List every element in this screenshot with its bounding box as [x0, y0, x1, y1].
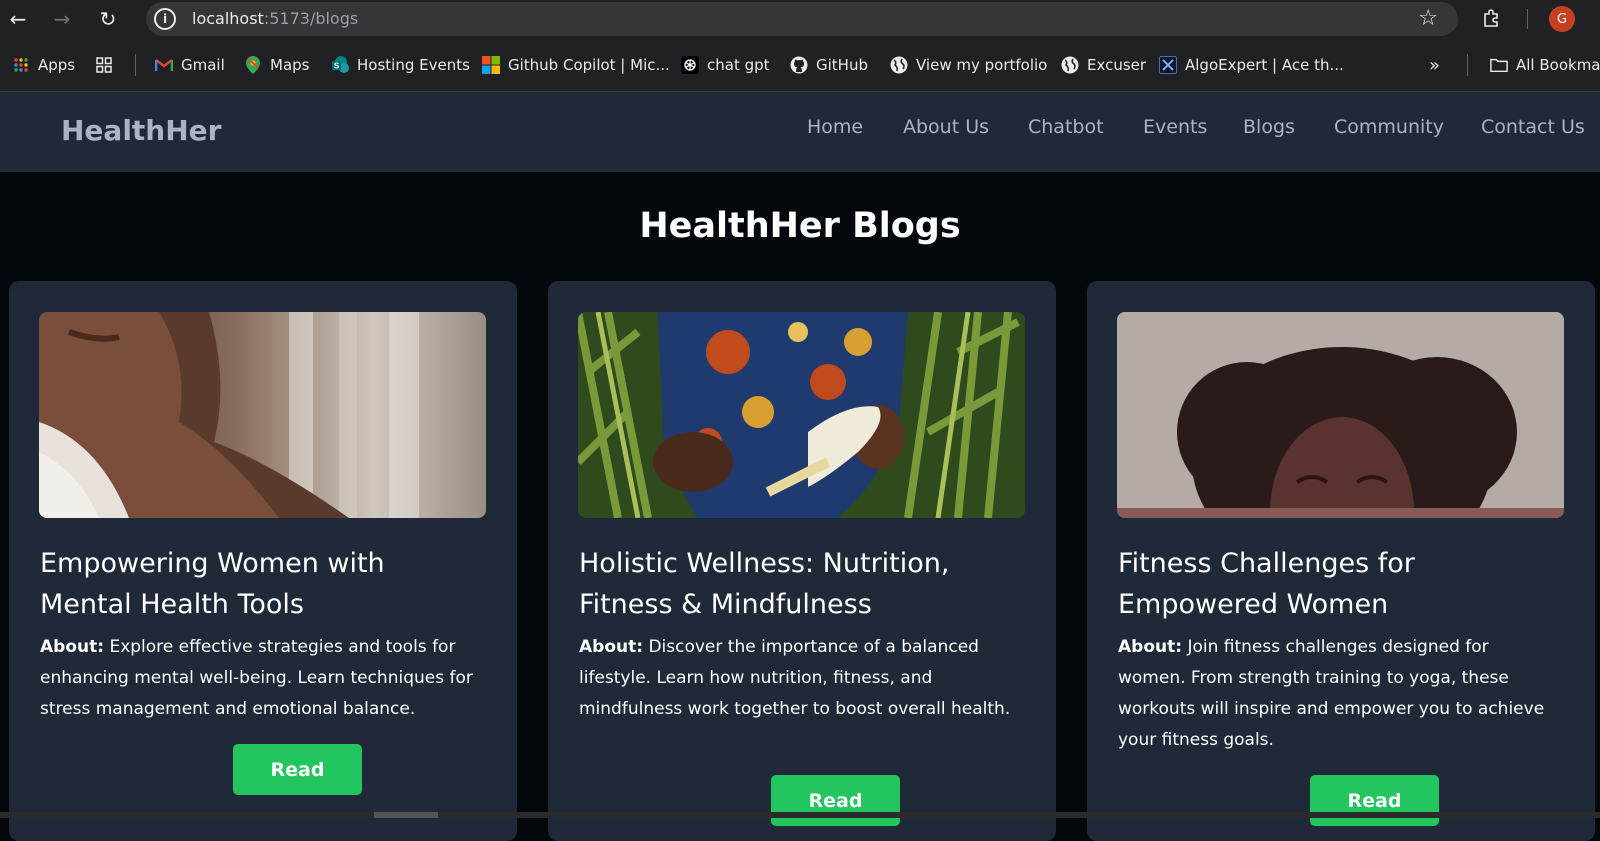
bookmark-label: All Bookmarks	[1516, 56, 1600, 74]
bookmark-label: Gmail	[181, 56, 225, 74]
bookmark-label: AlgoExpert | Ace th...	[1185, 56, 1344, 74]
blog-description: About: Join fitness challenges designed …	[1118, 632, 1558, 756]
bookmark-tab-groups[interactable]	[95, 54, 113, 76]
apps-grid-icon	[12, 56, 30, 74]
extensions-puzzle-icon[interactable]	[1480, 6, 1504, 30]
bookmark-label: Excuser	[1087, 56, 1147, 74]
read-button[interactable]: Read	[1310, 775, 1439, 826]
sharepoint-icon: S	[331, 56, 349, 74]
nav-blogs[interactable]: Blogs	[1243, 116, 1295, 138]
nav-chatbot[interactable]: Chatbot	[1028, 116, 1104, 138]
bookmark-maps[interactable]: Maps	[244, 54, 309, 76]
chatgpt-icon	[681, 56, 699, 74]
bookmark-star-icon[interactable]: ☆	[1418, 6, 1438, 31]
blog-image-fitness-challenges	[1117, 312, 1564, 518]
bookmark-gmail[interactable]: Gmail	[155, 54, 225, 76]
bookmarks-divider	[1467, 54, 1468, 76]
horizontal-scrollbar[interactable]	[0, 812, 1600, 818]
algoexpert-icon	[1159, 56, 1177, 74]
about-label: About:	[1118, 637, 1183, 657]
about-label: About:	[40, 637, 105, 657]
bookmark-excuser[interactable]: Excuser	[1061, 54, 1146, 76]
bookmark-label: View my portfolio	[916, 56, 1048, 74]
nav-community[interactable]: Community	[1334, 116, 1444, 138]
maps-icon	[244, 56, 262, 74]
bookmark-label: Github Copilot | Mic...	[508, 56, 670, 74]
nav-about-us[interactable]: About Us	[903, 116, 989, 138]
site-header: HealthHer Home About Us Chatbot Events B…	[0, 92, 1600, 172]
blog-image-holistic-wellness	[578, 312, 1025, 518]
back-arrow-icon[interactable]: ←	[3, 4, 33, 34]
bookmark-apps[interactable]: Apps	[12, 54, 75, 76]
blog-card: Fitness Challenges for Empowered Women A…	[1087, 281, 1595, 841]
bookmark-hosting-events[interactable]: S Hosting Events	[331, 54, 470, 76]
read-button[interactable]: Read	[771, 775, 900, 826]
more-bookmarks-chevron-icon[interactable]: »	[1429, 54, 1440, 76]
blog-card: Holistic Wellness: Nutrition, Fitness & …	[548, 281, 1056, 841]
bookmark-chat-gpt[interactable]: chat gpt	[681, 54, 770, 76]
blog-card: Empowering Women with Mental Health Tool…	[9, 281, 517, 841]
all-bookmarks-folder[interactable]: All Bookmarks	[1490, 54, 1600, 76]
bookmark-algoexpert[interactable]: AlgoExpert | Ace th...	[1159, 54, 1344, 76]
reload-icon[interactable]: ↻	[93, 4, 123, 34]
bookmarks-bar: Apps Gmail Maps S Hosting Events Github …	[0, 38, 1600, 92]
bookmark-label: Maps	[270, 56, 310, 74]
about-label: About:	[579, 637, 644, 657]
bookmark-label: chat gpt	[707, 56, 770, 74]
blog-title: Fitness Challenges for Empowered Women	[1118, 548, 1415, 620]
folder-icon	[1490, 56, 1508, 74]
tab-groups-icon	[95, 56, 113, 74]
blog-title: Holistic Wellness: Nutrition, Fitness & …	[579, 548, 950, 620]
globe-icon	[1061, 56, 1079, 74]
blog-description: About: Explore effective strategies and …	[40, 632, 480, 725]
bookmark-label: Hosting Events	[357, 56, 470, 74]
nav-events[interactable]: Events	[1143, 116, 1207, 138]
bookmarks-divider	[135, 54, 136, 76]
about-text: Join fitness challenges designed for wom…	[1118, 637, 1545, 750]
page-title: HealthHer Blogs	[639, 206, 961, 246]
scrollbar-thumb[interactable]	[374, 812, 438, 818]
browser-toolbar: ← → ↻ i localhost:5173/blogs ☆ G	[0, 0, 1600, 38]
toolbar-divider	[1527, 9, 1528, 29]
bookmark-label: Apps	[38, 56, 76, 74]
globe-icon	[890, 56, 908, 74]
microsoft-icon	[482, 56, 500, 74]
bookmark-portfolio[interactable]: View my portfolio	[890, 54, 1047, 76]
about-text: Explore effective strategies and tools f…	[40, 637, 473, 719]
read-button[interactable]: Read	[233, 744, 362, 795]
profile-avatar[interactable]: G	[1549, 6, 1575, 32]
nav-contact-us[interactable]: Contact Us	[1481, 116, 1585, 138]
about-text: Discover the importance of a balanced li…	[579, 637, 1011, 719]
nav-home[interactable]: Home	[807, 116, 863, 138]
blog-title: Empowering Women with Mental Health Tool…	[40, 548, 385, 620]
bookmark-github-copilot[interactable]: Github Copilot | Mic...	[482, 54, 670, 76]
bookmark-github[interactable]: GitHub	[790, 54, 868, 76]
bookmark-label: GitHub	[816, 56, 868, 74]
gmail-icon	[155, 56, 173, 74]
github-icon	[790, 56, 808, 74]
address-bar[interactable]: i localhost:5173/blogs ☆	[146, 2, 1458, 36]
url-text: localhost:5173/blogs	[192, 9, 359, 28]
blog-image-mental-health	[39, 312, 486, 518]
brand-logo[interactable]: HealthHer	[61, 114, 221, 147]
forward-arrow-icon[interactable]: →	[47, 4, 77, 34]
svg-text:S: S	[334, 62, 340, 71]
site-info-icon[interactable]: i	[154, 8, 176, 30]
blog-description: About: Discover the importance of a bala…	[579, 632, 1019, 725]
